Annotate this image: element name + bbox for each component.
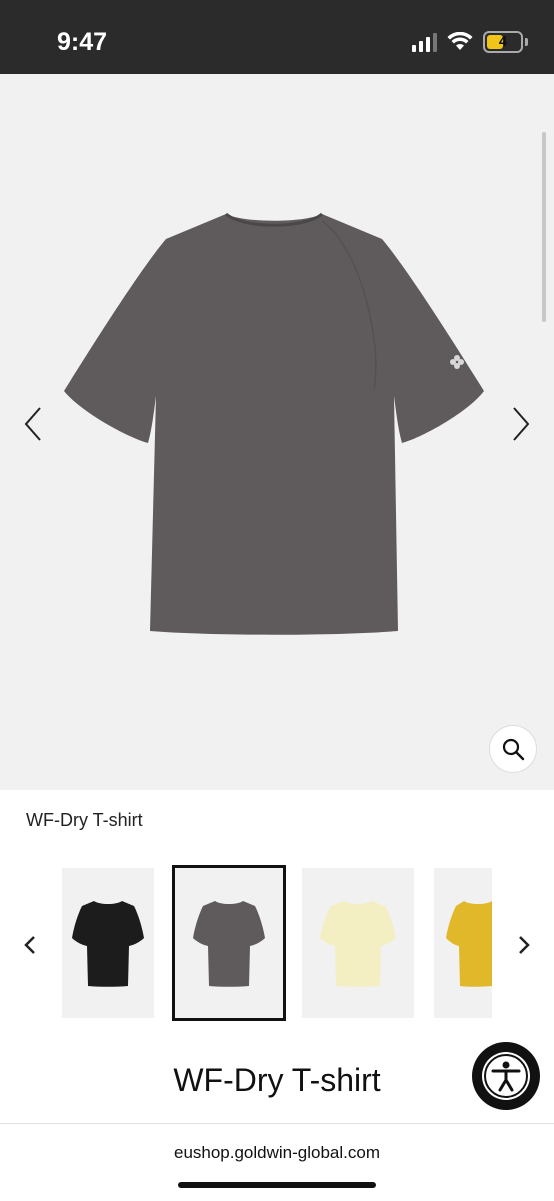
chevron-right-icon[interactable] bbox=[510, 404, 532, 444]
status-bar: 9:47 4 bbox=[0, 0, 554, 74]
chevron-left-icon[interactable] bbox=[22, 404, 44, 444]
color-swatch-yellow[interactable] bbox=[434, 868, 492, 1018]
tshirt-shape bbox=[64, 214, 484, 635]
battery-level: 4 bbox=[498, 33, 508, 50]
search-icon bbox=[502, 738, 525, 761]
url-text[interactable]: eushop.goldwin-global.com bbox=[0, 1143, 554, 1163]
product-name: WF-Dry T-shirt bbox=[26, 810, 143, 830]
battery-nub bbox=[525, 38, 528, 46]
status-icons: 4 bbox=[412, 31, 528, 53]
battery-icon: 4 bbox=[483, 31, 523, 53]
zoom-button[interactable] bbox=[489, 725, 537, 773]
color-swatch-grey[interactable] bbox=[172, 865, 286, 1021]
color-swatch-carousel bbox=[0, 865, 554, 1021]
wifi-icon bbox=[447, 32, 473, 50]
signal-icon bbox=[412, 32, 437, 52]
home-indicator[interactable] bbox=[178, 1182, 376, 1188]
gallery-scrollbar[interactable] bbox=[542, 132, 546, 322]
chevron-right-icon[interactable] bbox=[516, 934, 532, 956]
browser-url-bar[interactable]: eushop.goldwin-global.com bbox=[0, 1123, 554, 1201]
status-time: 9:47 bbox=[57, 28, 108, 56]
product-image bbox=[64, 212, 484, 635]
color-swatch-black[interactable] bbox=[62, 868, 154, 1018]
chevron-left-icon[interactable] bbox=[22, 934, 38, 956]
accessibility-button[interactable] bbox=[472, 1042, 540, 1110]
product-title: WF-Dry T-shirt bbox=[173, 1062, 381, 1098]
accessibility-icon bbox=[482, 1052, 530, 1100]
product-image-gallery[interactable] bbox=[0, 74, 554, 790]
color-swatch-cream[interactable] bbox=[302, 868, 414, 1018]
